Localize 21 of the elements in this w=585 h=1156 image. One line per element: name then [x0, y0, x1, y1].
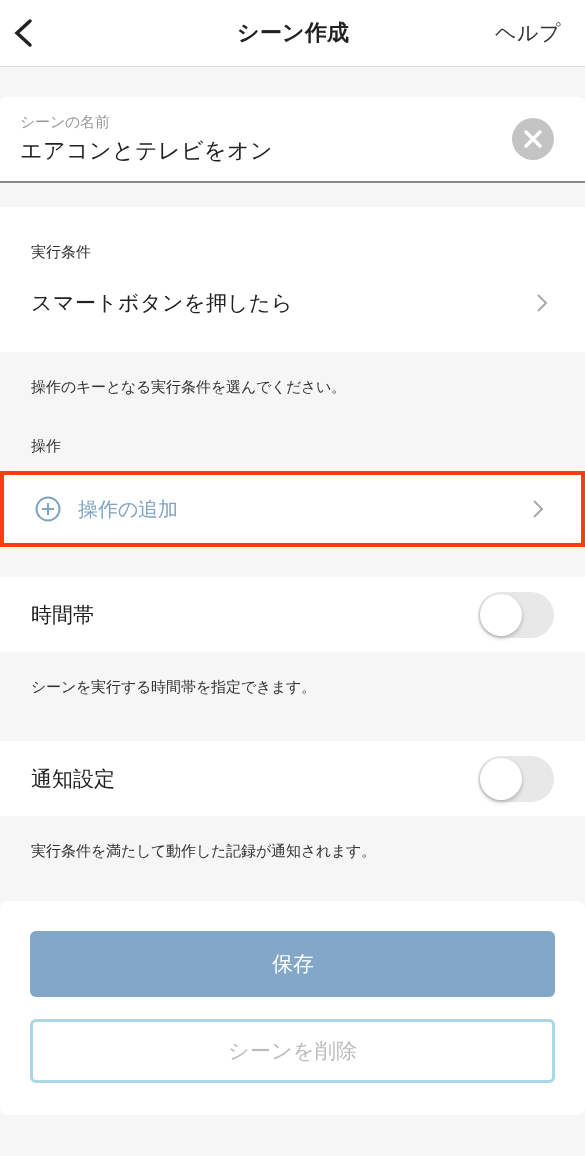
help-link[interactable]: ヘルプ	[495, 19, 561, 47]
plus-circle-icon	[35, 496, 61, 522]
toggle-switch[interactable]	[478, 755, 554, 802]
setting-label: 通知設定	[31, 765, 115, 793]
field-label: シーンの名前	[20, 112, 111, 132]
help-text: 実行条件を満たして動作した記録が通知されます。	[30, 841, 377, 861]
back-chevron-icon	[12, 18, 34, 48]
screen-title: シーン作成	[236, 19, 349, 47]
name-field[interactable]: シーンの名前 エアコンとテレビをオン	[0, 97, 585, 183]
help-text: 操作のキーとなる実行条件を選んでください。	[30, 377, 347, 397]
field-value: エアコンとテレビをオン	[20, 136, 273, 165]
clear-icon[interactable]	[512, 118, 554, 160]
back-button[interactable]	[12, 18, 34, 48]
chevron-right-icon	[537, 294, 547, 312]
chevron-right-icon	[533, 500, 543, 518]
section-label: 操作	[30, 437, 62, 456]
help-text: シーンを実行する時間帯を指定できます。	[30, 677, 317, 697]
toggle-switch[interactable]	[478, 591, 554, 638]
section-label: 実行条件	[30, 243, 91, 262]
condition-row[interactable]: スマートボタンを押したら	[0, 262, 585, 352]
setting-label: 時間帯	[31, 601, 94, 629]
